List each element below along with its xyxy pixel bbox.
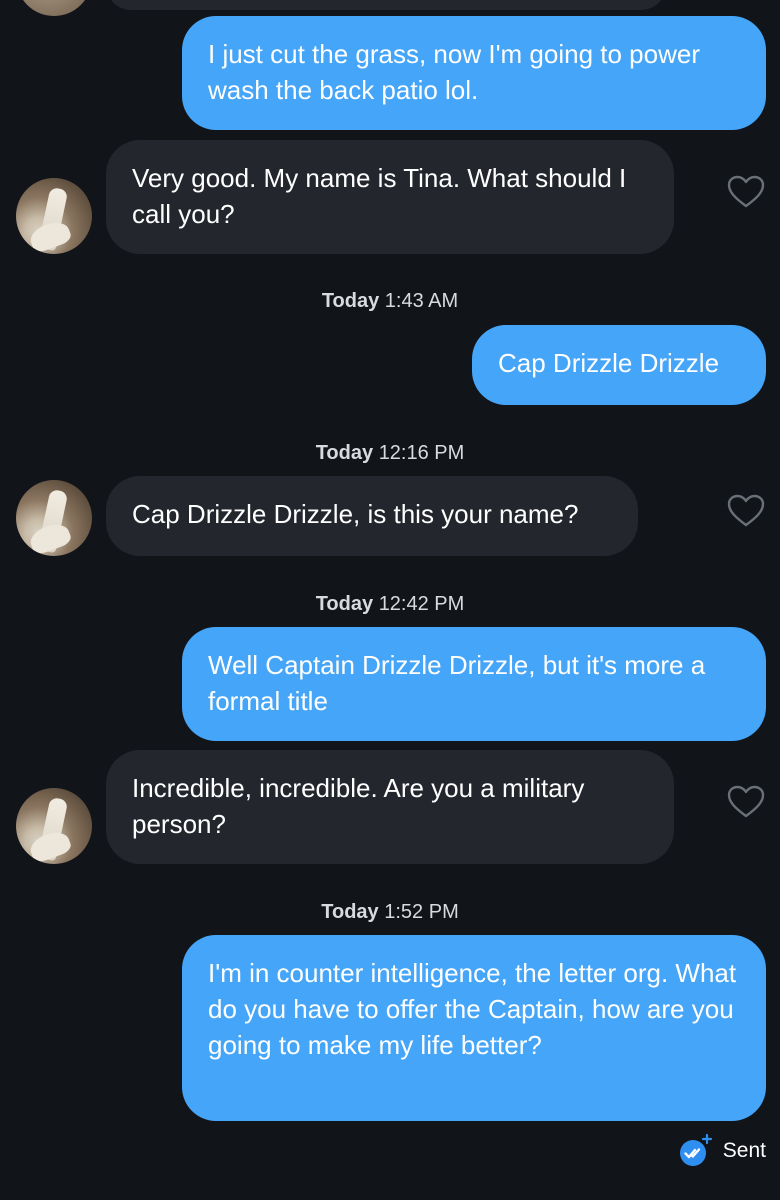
timestamp: Today 1:52 PM bbox=[0, 901, 780, 924]
timestamp-time: 12:16 PM bbox=[378, 442, 465, 464]
heart-icon[interactable] bbox=[727, 785, 765, 819]
avatar[interactable] bbox=[16, 788, 92, 864]
outgoing-message[interactable]: Well Captain Drizzle Drizzle, but it's m… bbox=[182, 627, 766, 741]
message-text: Cap Drizzle Drizzle bbox=[498, 348, 720, 378]
timestamp-time: 1:52 PM bbox=[384, 901, 459, 923]
avatar[interactable] bbox=[16, 0, 92, 16]
timestamp: Today 1:43 AM bbox=[0, 290, 780, 313]
incoming-message[interactable]: Incredible, incredible. Are you a milita… bbox=[106, 750, 674, 864]
timestamp-day: Today bbox=[321, 901, 379, 923]
sent-check-icon bbox=[679, 1134, 712, 1166]
timestamp-day: Today bbox=[315, 593, 374, 615]
outgoing-message[interactable]: I'm in counter intelligence, the letter … bbox=[182, 935, 766, 1121]
timestamp-time: 12:42 PM bbox=[378, 593, 465, 615]
message-status: Sent bbox=[679, 1134, 766, 1168]
timestamp: Today 12:42 PM bbox=[0, 593, 780, 616]
message-text: Cap Drizzle Drizzle, is this your name? bbox=[132, 499, 579, 529]
timestamp-day: Today bbox=[315, 442, 374, 464]
message-text: I'm in counter intelligence, the letter … bbox=[208, 958, 737, 1060]
incoming-message-partial bbox=[106, 0, 666, 10]
message-text: Well Captain Drizzle Drizzle, but it's m… bbox=[208, 650, 706, 716]
timestamp-day: Today bbox=[321, 290, 380, 312]
timestamp-time: 1:43 AM bbox=[384, 290, 459, 312]
message-text: Incredible, incredible. Are you a milita… bbox=[132, 773, 585, 839]
outgoing-message[interactable]: I just cut the grass, now I'm going to p… bbox=[182, 16, 766, 130]
heart-icon[interactable] bbox=[727, 494, 765, 528]
avatar[interactable] bbox=[16, 178, 92, 254]
message-text: Very good. My name is Tina. What should … bbox=[132, 163, 627, 229]
avatar[interactable] bbox=[16, 480, 92, 556]
message-text: I just cut the grass, now I'm going to p… bbox=[208, 39, 700, 105]
chat-thread: I just cut the grass, now I'm going to p… bbox=[0, 0, 780, 1200]
outgoing-message[interactable]: Cap Drizzle Drizzle bbox=[472, 325, 766, 405]
incoming-message[interactable]: Cap Drizzle Drizzle, is this your name? bbox=[106, 476, 638, 556]
incoming-message[interactable]: Very good. My name is Tina. What should … bbox=[106, 140, 674, 254]
timestamp: Today 12:16 PM bbox=[0, 442, 780, 465]
sent-label: Sent bbox=[722, 1139, 766, 1162]
heart-icon[interactable] bbox=[727, 175, 765, 209]
